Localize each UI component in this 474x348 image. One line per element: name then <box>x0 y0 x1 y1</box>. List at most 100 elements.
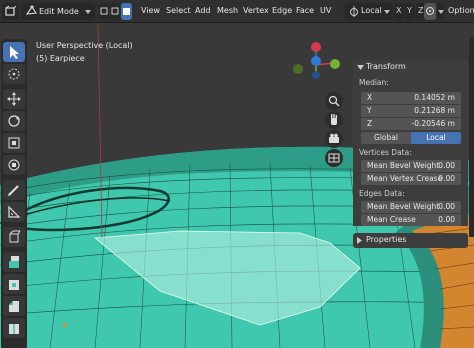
median-y-axis: Y <box>367 106 372 115</box>
edge-select-icon <box>111 7 119 15</box>
pan-button[interactable] <box>325 111 343 129</box>
gizmo-neg-z-handle[interactable] <box>312 71 320 79</box>
snap-options[interactable] <box>437 3 444 20</box>
auto-merge-toggle[interactable] <box>424 3 436 20</box>
loop-cut-icon <box>9 324 19 334</box>
select-box-tool[interactable] <box>3 42 25 62</box>
properties-panel-title: Properties <box>366 235 407 244</box>
extrude-tool[interactable] <box>3 252 25 272</box>
camera-view-button[interactable] <box>325 130 343 148</box>
camera-icon <box>329 133 339 143</box>
vertex-select-icon <box>100 7 108 15</box>
scale-tool[interactable] <box>3 133 25 153</box>
vertex-crease-value: 0.00 <box>438 174 455 183</box>
mirror-x-toggle[interactable]: X <box>394 3 404 20</box>
ruler-icon <box>8 205 21 218</box>
vertex-select-button[interactable] <box>99 3 109 20</box>
mirror-z-label: Z <box>418 6 424 15</box>
sidebar-tab-strip[interactable] <box>469 37 474 237</box>
menu-face[interactable]: Face <box>296 6 314 15</box>
transform-icon <box>8 159 20 171</box>
loop-cut-tool[interactable] <box>3 318 25 338</box>
menu-select[interactable]: Select <box>166 6 191 15</box>
mode-label: Edit Mode <box>39 7 79 16</box>
bevel-tool[interactable] <box>3 296 25 316</box>
pencil-icon <box>8 185 19 196</box>
transform-panel-title: Transform <box>366 62 406 71</box>
mode-select[interactable]: Edit Mode <box>21 3 95 20</box>
median-y-field[interactable]: Y 0.21268 m <box>361 105 461 117</box>
menu-vertex[interactable]: Vertex <box>243 6 269 15</box>
local-space-button[interactable]: Local <box>411 132 461 144</box>
mirror-x-label: X <box>396 6 402 15</box>
face-select-icon <box>123 8 130 15</box>
menu-view[interactable]: View <box>141 6 160 15</box>
face-select-button[interactable] <box>121 3 132 20</box>
transform-panel-header[interactable]: Transform <box>353 60 468 75</box>
measure-tool[interactable] <box>3 202 25 222</box>
object-name-label: (5) Earpiece <box>36 54 85 63</box>
navigation-gizmo[interactable] <box>290 37 346 93</box>
orientation-select[interactable]: Local <box>345 3 393 20</box>
mirror-y-toggle[interactable]: Y <box>405 3 415 20</box>
vertex-crease-label: Mean Vertex Crease <box>367 174 443 183</box>
editor-type-button[interactable] <box>2 3 19 20</box>
sidebar-panel: Transform Median: X 0.14052 m Y 0.21268 … <box>353 60 468 248</box>
chevron-down-icon <box>85 10 91 14</box>
edge-bevel-weight-field[interactable]: Mean Bevel Weight 0.00 <box>361 201 461 213</box>
mirror-y-label: Y <box>407 6 412 15</box>
vertices-data-label: Vertices Data: <box>359 148 412 157</box>
median-x-axis: X <box>367 93 373 102</box>
menu-mesh[interactable]: Mesh <box>217 6 238 15</box>
median-z-value: -0.20546 m <box>411 119 455 128</box>
vertex-bevel-weight-value: 0.00 <box>438 161 455 170</box>
chevron-down-icon <box>357 65 364 70</box>
transform-space-toggle: Global Local <box>361 132 461 144</box>
edge-crease-value: 0.00 <box>438 215 455 224</box>
menu-edge[interactable]: Edge <box>272 6 292 15</box>
inset-tool[interactable] <box>3 274 25 294</box>
menu-add[interactable]: Add <box>195 6 211 15</box>
cursor-tool[interactable] <box>3 64 25 84</box>
perspective-toggle-button[interactable] <box>325 149 343 167</box>
edge-crease-field[interactable]: Mean Crease 0.00 <box>361 214 461 226</box>
edge-bevel-weight-value: 0.00 <box>438 202 455 211</box>
median-label: Median: <box>359 78 389 87</box>
gizmo-z-handle[interactable] <box>311 56 321 66</box>
properties-panel-header[interactable]: Properties <box>353 233 468 248</box>
menu-uv[interactable]: UV <box>320 6 331 15</box>
magnifier-icon <box>328 95 340 107</box>
add-cube-tool[interactable] <box>3 227 25 247</box>
move-tool[interactable] <box>3 89 25 109</box>
median-z-field[interactable]: Z -0.20546 m <box>361 118 461 130</box>
transform-tool[interactable] <box>3 155 25 175</box>
orientation-label: Local <box>361 6 382 15</box>
move-arrows-icon <box>7 92 21 106</box>
scale-icon <box>8 137 20 149</box>
edge-select-button[interactable] <box>110 3 120 20</box>
vertex-crease-field[interactable]: Mean Vertex Crease 0.00 <box>361 173 461 185</box>
vertex-bevel-weight-field[interactable]: Mean Bevel Weight 0.00 <box>361 160 461 172</box>
median-z-axis: Z <box>367 119 373 128</box>
grid-icon <box>328 153 340 163</box>
transform-orientation-icon <box>350 6 358 17</box>
inset-icon <box>9 280 19 290</box>
zoom-button[interactable] <box>325 92 343 110</box>
cube-icon <box>5 5 17 16</box>
gizmo-x-handle[interactable] <box>311 42 321 52</box>
options-menu[interactable]: Options <box>448 6 474 15</box>
global-space-button[interactable]: Global <box>361 132 411 144</box>
3d-viewport[interactable]: User Perspective (Local) (5) Earpiece Tr… <box>0 23 474 348</box>
viewport-header: Edit Mode View Select Add Mesh Vertex Ed… <box>0 0 474 23</box>
edge-bevel-weight-label: Mean Bevel Weight <box>367 202 440 211</box>
annotate-tool[interactable] <box>3 180 25 200</box>
gizmo-neg-y-handle[interactable] <box>293 64 303 74</box>
bevel-icon <box>9 301 19 312</box>
rotate-tool[interactable] <box>3 111 25 131</box>
gizmo-y-handle[interactable] <box>330 59 340 69</box>
transform-panel-body: Median: X 0.14052 m Y 0.21268 m Z -0.205… <box>353 75 468 226</box>
edit-mode-icon <box>25 5 37 15</box>
median-x-field[interactable]: X 0.14052 m <box>361 92 461 104</box>
median-x-value: 0.14052 m <box>414 93 455 102</box>
edge-crease-label: Mean Crease <box>367 215 416 224</box>
